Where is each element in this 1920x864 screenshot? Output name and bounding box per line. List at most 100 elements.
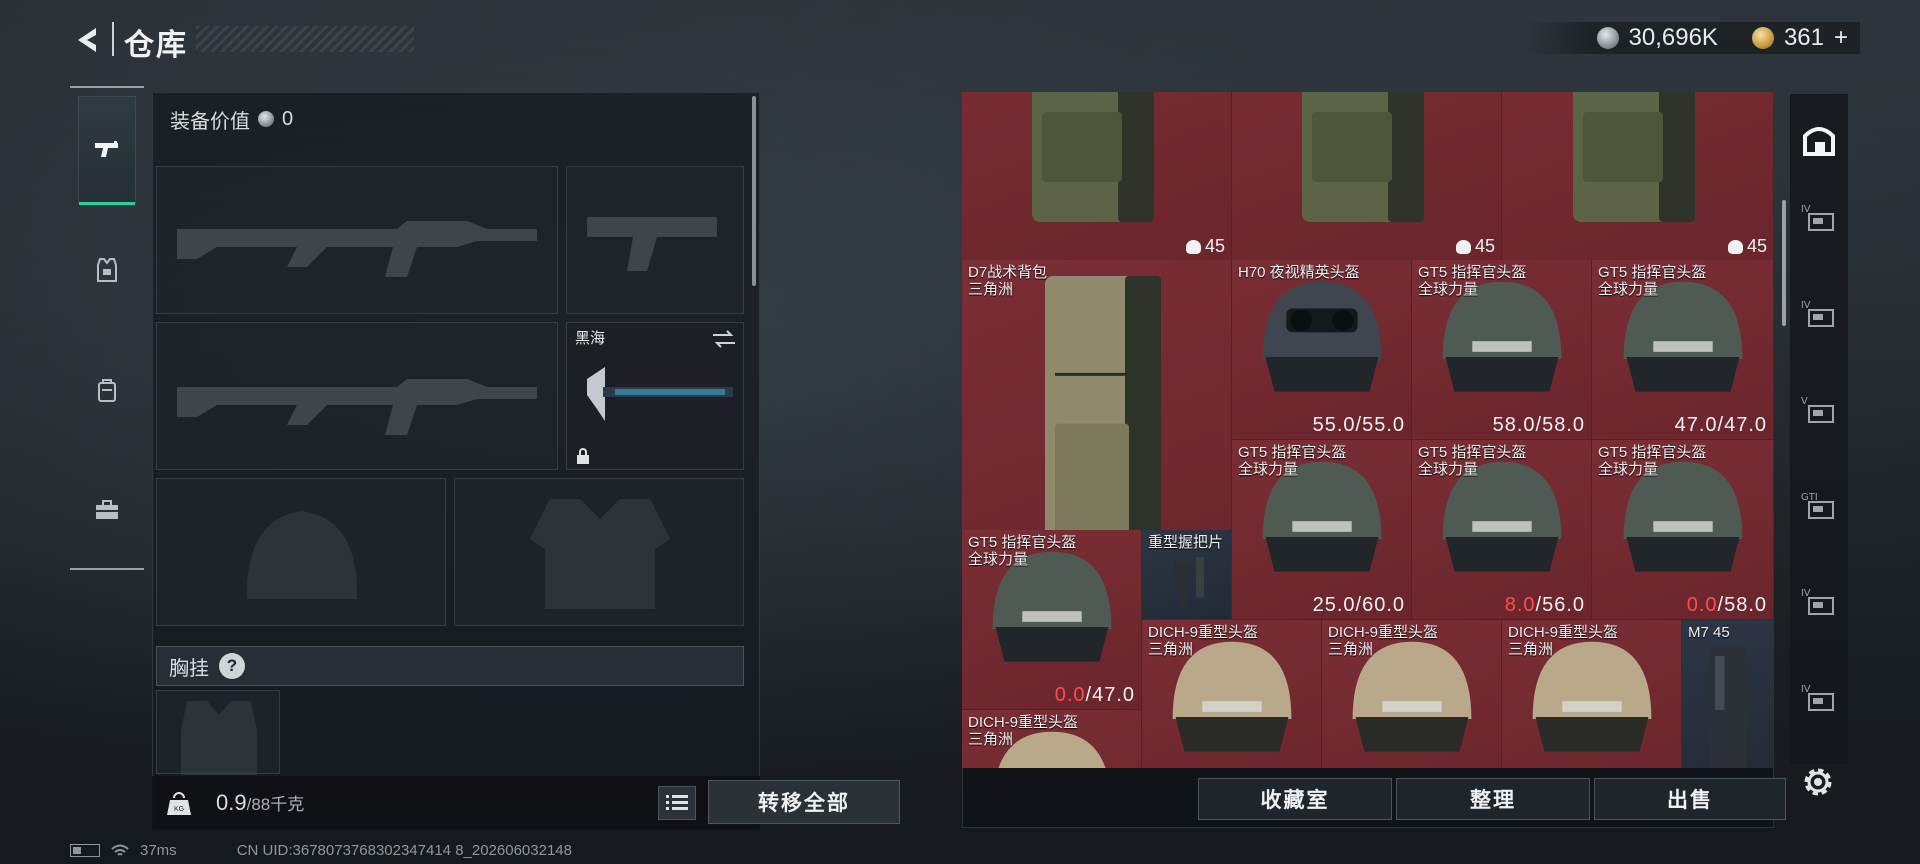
pistol-icon xyxy=(95,141,118,157)
rifle2-category-icon: IV xyxy=(1801,588,1834,615)
helmet-category-icon: V xyxy=(1801,396,1834,423)
lock-icon xyxy=(577,448,589,464)
equipment-value: 0 xyxy=(282,107,294,130)
armor-silhouette-icon xyxy=(530,499,670,609)
item-capacity: 45 xyxy=(1455,236,1495,257)
item-durability: 55.0/55.0 xyxy=(1313,414,1405,437)
battery-icon xyxy=(70,844,100,857)
stash-item[interactable]: H70 夜视精英头盔 55.0/55.0 xyxy=(1232,260,1412,440)
category-tier-label: IV xyxy=(1801,204,1811,215)
stash-scrollbar[interactable] xyxy=(1782,200,1786,326)
durability-current: 47.0 xyxy=(1674,414,1718,436)
category-tier-label: IV xyxy=(1801,684,1811,695)
rail-backpack[interactable] xyxy=(78,336,136,444)
item-capacity: 45 xyxy=(1727,236,1767,257)
help-icon[interactable]: ? xyxy=(219,653,245,679)
capacity-value: 45 xyxy=(1204,236,1225,256)
stash-item[interactable]: 45 xyxy=(1502,92,1774,262)
stash-item[interactable]: GT5 指挥官头盔 全球力量 8.0/56.0 xyxy=(1412,440,1592,620)
stash-grid: 454545D7战术背包三角洲35H70 夜视精英头盔55.0/55.0GT5 … xyxy=(962,92,1774,768)
ping-value: 37ms xyxy=(140,842,177,859)
durability-current: 55.0 xyxy=(1312,414,1356,436)
category-vest-category[interactable]: IV xyxy=(1790,276,1848,356)
category-tactical-category[interactable]: GTI xyxy=(1790,468,1848,548)
currency-bar: 30,696K 361 + xyxy=(1524,22,1860,54)
weight-icon: KG xyxy=(167,792,191,815)
item-name: DICH-9重型头盔 三角洲 xyxy=(1508,624,1619,658)
add-currency-button[interactable]: + xyxy=(1834,24,1848,52)
secondary-weapon-slot[interactable] xyxy=(156,322,558,470)
rifle-silhouette-icon xyxy=(177,379,537,435)
primary-weapon-slot[interactable] xyxy=(156,166,558,314)
weight-readout: 0.9/88千克 xyxy=(216,790,304,816)
list-view-button[interactable] xyxy=(658,786,696,820)
melee-slot[interactable]: 黑海 xyxy=(566,322,744,470)
chest-rig-slot[interactable] xyxy=(156,690,280,775)
stash-item[interactable]: 45 xyxy=(962,92,1232,262)
loadout-scrollbar[interactable] xyxy=(752,96,756,286)
gold-currency-value: 361 xyxy=(1783,24,1824,51)
collection-room-button[interactable]: 收藏室 xyxy=(1198,778,1392,820)
helmet-nv-icon xyxy=(1262,281,1382,392)
stash-item[interactable]: DICH-9重型头盔 三角洲 xyxy=(1502,620,1682,768)
item-name: DICH-9重型头盔 三角洲 xyxy=(1328,624,1439,658)
body-armor-slot[interactable] xyxy=(454,478,744,626)
stash-item[interactable]: 45 xyxy=(1232,92,1502,262)
category-tier-label: IV xyxy=(1801,300,1811,311)
stash-item[interactable]: 重型握把片 xyxy=(1142,530,1232,620)
weight-max: /88千克 xyxy=(246,795,305,814)
transfer-all-button[interactable]: 转移全部 xyxy=(708,780,900,824)
rail-divider-bottom xyxy=(70,568,144,570)
stash-item[interactable]: DICH-9重型头盔 三角洲 xyxy=(1322,620,1502,768)
back-arrow-icon xyxy=(78,28,96,52)
stash-item[interactable]: M7 45 xyxy=(1682,620,1774,768)
durability-max: /58.0 xyxy=(1535,414,1585,436)
category-rail: IV IV V GTI IV IV xyxy=(1790,94,1848,764)
item-name: D7战术背包 三角洲 xyxy=(968,264,1048,298)
stash-item[interactable]: GT5 指挥官头盔 全球力量 0.0/47.0 xyxy=(962,530,1142,710)
stash-item[interactable]: GT5 指挥官头盔 全球力量 58.0/58.0 xyxy=(1412,260,1592,440)
sidearm-slot[interactable] xyxy=(566,166,744,314)
item-name: DICH-9重型头盔 三角洲 xyxy=(968,714,1079,748)
rail-weapons[interactable] xyxy=(78,96,136,205)
list-icon xyxy=(666,795,688,810)
sell-button[interactable]: 出售 xyxy=(1594,778,1786,820)
durability-max: /56.0 xyxy=(1535,594,1585,616)
swap-icon[interactable] xyxy=(711,329,737,349)
item-durability: 0.0/47.0 xyxy=(1055,684,1135,707)
back-button[interactable] xyxy=(70,22,106,58)
stash-item[interactable]: DICH-9重型头盔 三角洲 xyxy=(1142,620,1322,768)
category-helmet-category[interactable]: V xyxy=(1790,372,1848,452)
stash-item[interactable]: GT5 指挥官头盔 全球力量 0.0/58.0 xyxy=(1592,440,1774,620)
equipment-value-row: 装备价值 0 xyxy=(152,96,752,142)
safehouse-icon xyxy=(1803,127,1835,156)
category-safehouse[interactable] xyxy=(1790,100,1848,180)
category-rifle2-category[interactable]: IV xyxy=(1790,564,1848,644)
category-rifle-category[interactable]: IV xyxy=(1790,180,1848,260)
tactical-category-icon: GTI xyxy=(1801,492,1834,519)
gear-icon xyxy=(1804,768,1832,796)
pistol-silhouette-icon xyxy=(587,217,717,271)
rifle-silhouette-icon xyxy=(177,221,537,277)
tomahawk-icon xyxy=(587,367,733,421)
category-gun-category[interactable]: IV xyxy=(1790,660,1848,740)
settings-button[interactable] xyxy=(1798,762,1838,802)
equipment-value-label: 装备价值 xyxy=(170,110,250,133)
rail-misc[interactable] xyxy=(78,456,136,564)
rig-silhouette-icon xyxy=(181,701,257,775)
durability-max: /47.0 xyxy=(1085,684,1135,706)
stash-item[interactable]: GT5 指挥官头盔 全球力量 25.0/60.0 xyxy=(1232,440,1412,620)
item-name: GT5 指挥官头盔 全球力量 xyxy=(968,534,1077,568)
loadout-footer: KG 0.9/88千克 转移全部 xyxy=(152,776,900,830)
stash-item[interactable]: GT5 指挥官头盔 全球力量 47.0/47.0 xyxy=(1592,260,1774,440)
durability-max: /60.0 xyxy=(1355,594,1405,616)
stash-item[interactable]: DICH-9重型头盔 三角洲 xyxy=(962,710,1142,768)
mag-icon xyxy=(1709,647,1747,768)
title-divider xyxy=(112,22,114,56)
capacity-value: 45 xyxy=(1746,236,1767,256)
organize-button[interactable]: 整理 xyxy=(1396,778,1590,820)
durability-current: 58.0 xyxy=(1492,414,1536,436)
silver-coin-icon xyxy=(1596,27,1619,49)
helmet-slot[interactable] xyxy=(156,478,446,626)
rail-armor[interactable] xyxy=(78,216,136,324)
